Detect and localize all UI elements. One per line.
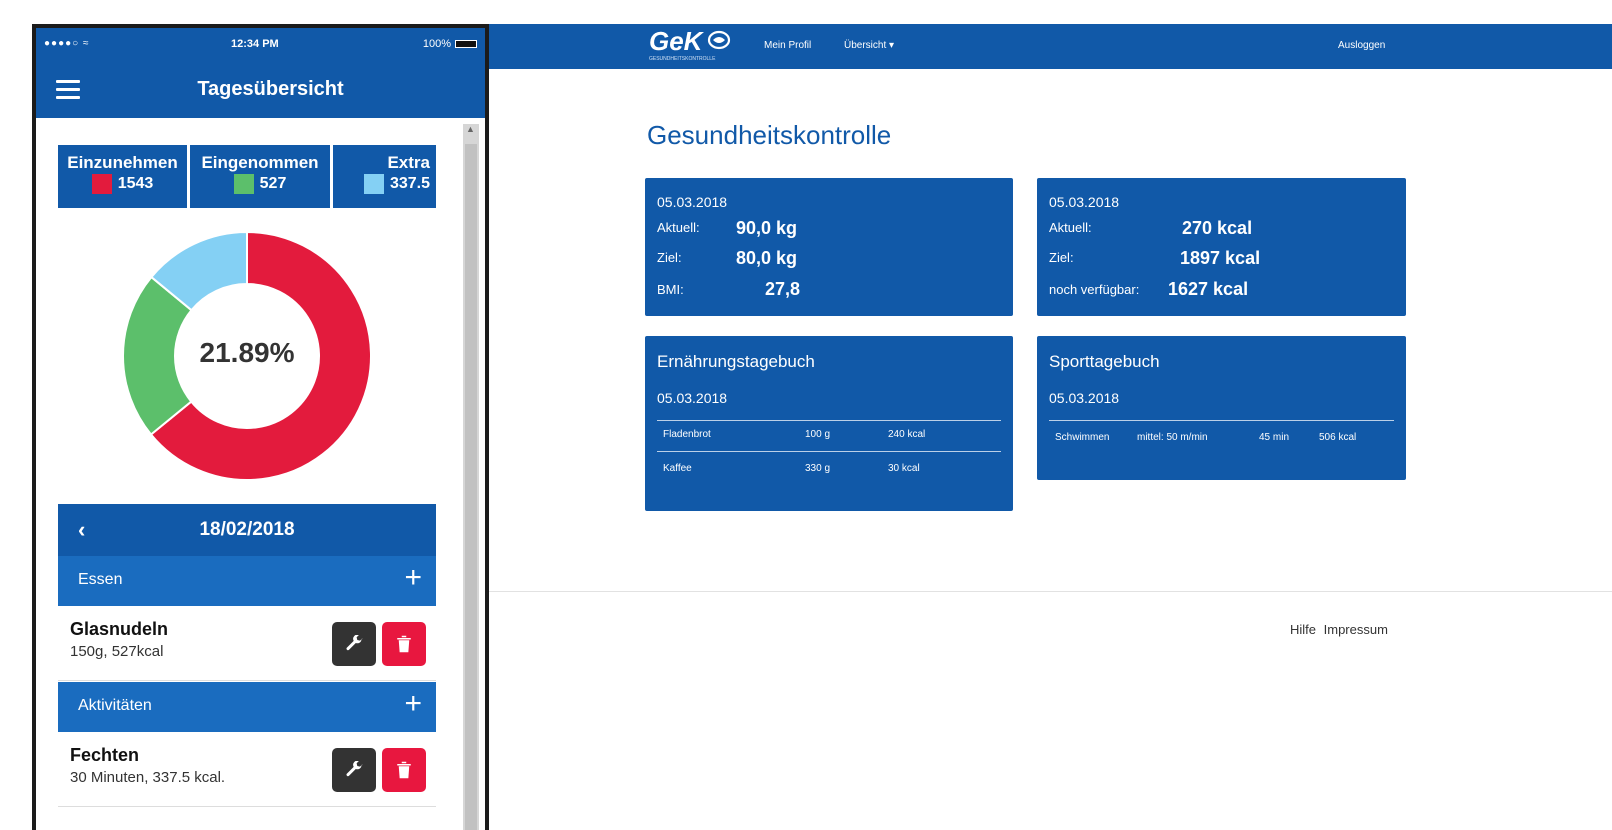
app-title: Tagesübersicht	[197, 78, 344, 100]
scrollbar-thumb[interactable]	[465, 144, 477, 830]
row-value: 270 kcal	[1182, 218, 1253, 238]
section-label: Essen	[78, 571, 123, 588]
card-title: Sporttagebuch	[1049, 352, 1160, 371]
geko-logo[interactable]: GeK	[649, 26, 702, 57]
blue-swatch	[363, 174, 384, 194]
card-date: 05.03.2018	[657, 194, 728, 210]
row-label: Ziel:	[657, 250, 682, 265]
battery-indicator: 100%	[423, 38, 477, 50]
item-desc: 30 Minuten, 337.5 kcal.	[70, 769, 226, 786]
list-item: Glasnudeln 150g, 527kcal	[58, 606, 436, 681]
table-cell: 45 min	[1259, 432, 1290, 443]
divider	[1049, 420, 1394, 421]
calorie-donut-chart: 21.89%	[122, 230, 372, 481]
phone-frame: ●●●●○ ≈ 12:34 PM 100% Tagesübersicht ▲ E…	[32, 24, 489, 830]
web-app: GeK GESUNDHEITSKONTROLLE Mein Profil Übe…	[489, 24, 1612, 830]
sport-diary-card: Sporttagebuch 05.03.2018 Schwimmen mitte…	[1037, 336, 1406, 480]
phone-content: ▲ Einzunehmen 1543 Eingenommen 527 Extra…	[36, 118, 485, 830]
current-date: 18/02/2018	[199, 519, 295, 540]
phone-screen: ●●●●○ ≈ 12:34 PM 100% Tagesübersicht ▲ E…	[36, 28, 485, 830]
kcal-card: 05.03.2018 Aktuell: 270 kcal Ziel: 1897 …	[1037, 178, 1406, 316]
logout-link[interactable]: Ausloggen	[1338, 40, 1385, 51]
gecko-logo-icon	[707, 30, 731, 50]
battery-percent: 100%	[422, 38, 451, 50]
stats-row: Einzunehmen 1543 Eingenommen 527 Extra 3…	[58, 145, 436, 208]
section-aktivitaeten: Aktivitäten +	[58, 682, 436, 732]
scroll-up-icon[interactable]: ▲	[466, 124, 475, 134]
list-item: Fechten 30 Minuten, 337.5 kcal.	[58, 732, 436, 807]
add-food-button[interactable]: +	[404, 563, 422, 593]
footer-divider	[489, 591, 1612, 592]
table-cell: Kaffee	[663, 463, 692, 474]
table-cell: 330 g	[805, 463, 831, 474]
nav-mein-profil[interactable]: Mein Profil	[764, 40, 811, 51]
nutrition-diary-card: Ernährungstagebuch 05.03.2018 Fladenbrot…	[645, 336, 1013, 511]
red-swatch	[91, 174, 112, 194]
logo-subtitle: GESUNDHEITSKONTROLLE	[649, 56, 716, 62]
top-navbar: GeK GESUNDHEITSKONTROLLE Mein Profil Übe…	[489, 24, 1612, 69]
edit-button[interactable]	[332, 748, 376, 792]
table-cell: 506 kcal	[1319, 432, 1357, 443]
card-date: 05.03.2018	[1049, 194, 1120, 210]
row-value: 80,0 kg	[736, 248, 798, 268]
wrench-icon	[346, 635, 363, 651]
stat-label: Einzunehmen	[67, 153, 178, 172]
help-link[interactable]: Hilfe	[1290, 622, 1316, 637]
row-label: noch verfügbar:	[1049, 282, 1140, 297]
card-title: Ernährungstagebuch	[657, 352, 815, 371]
stat-label: Extra	[387, 153, 430, 172]
donut-center-value: 21.89%	[199, 337, 295, 368]
battery-icon	[455, 40, 477, 48]
divider	[657, 451, 1001, 452]
footer-links: Hilfe Impressum	[1290, 622, 1392, 637]
green-swatch	[233, 174, 254, 194]
weight-card: 05.03.2018 Aktuell: 90,0 kg Ziel: 80,0 k…	[645, 178, 1013, 316]
table-cell: Schwimmen	[1055, 432, 1110, 443]
stat-eingenommen: Eingenommen 527	[190, 145, 330, 208]
table-cell: 100 g	[805, 429, 831, 440]
section-label: Aktivitäten	[78, 697, 152, 714]
stat-label: Eingenommen	[201, 153, 319, 172]
trash-icon	[397, 761, 411, 779]
signal-indicator: ●●●●○ ≈	[44, 38, 90, 49]
table-cell: Fladenbrot	[663, 429, 711, 440]
row-label: Aktuell:	[1049, 220, 1092, 235]
section-essen: Essen +	[58, 556, 436, 606]
row-label: Ziel:	[1049, 250, 1074, 265]
delete-button[interactable]	[382, 748, 426, 792]
delete-button[interactable]	[382, 622, 426, 666]
add-activity-button[interactable]: +	[404, 689, 422, 719]
stat-value: 1543	[117, 175, 154, 192]
nav-uebersicht-dropdown[interactable]: Übersicht ▾	[844, 40, 894, 51]
page-title: Gesundheitskontrolle	[647, 120, 892, 150]
item-name: Fechten	[70, 745, 140, 765]
row-value: 1627 kcal	[1168, 279, 1249, 299]
row-value: 1897 kcal	[1180, 248, 1261, 268]
app-bar: Tagesübersicht	[36, 62, 485, 118]
item-name: Glasnudeln	[70, 619, 169, 639]
stat-value: 527	[259, 175, 287, 192]
divider	[657, 420, 1001, 421]
table-cell: 30 kcal	[888, 463, 920, 474]
stat-einzunehmen: Einzunehmen 1543	[58, 145, 187, 208]
row-label: BMI:	[657, 282, 684, 297]
row-value: 27,8	[765, 279, 801, 299]
row-value: 90,0 kg	[736, 218, 798, 238]
card-date: 05.03.2018	[657, 390, 728, 406]
status-time: 12:34 PM	[231, 38, 279, 50]
date-bar: ‹ 18/02/2018	[58, 504, 436, 556]
impressum-link[interactable]: Impressum	[1324, 622, 1388, 637]
wrench-icon	[346, 761, 363, 777]
table-cell: mittel: 50 m/min	[1137, 432, 1208, 443]
table-cell: 240 kcal	[888, 429, 926, 440]
edit-button[interactable]	[332, 622, 376, 666]
card-date: 05.03.2018	[1049, 390, 1120, 406]
item-desc: 150g, 527kcal	[70, 643, 164, 660]
row-label: Aktuell:	[657, 220, 700, 235]
trash-icon	[397, 635, 411, 653]
stat-value: 337.5	[389, 175, 430, 192]
scrollbar[interactable]: ▲	[463, 124, 479, 830]
stat-extra: Extra 337.5	[333, 145, 436, 208]
